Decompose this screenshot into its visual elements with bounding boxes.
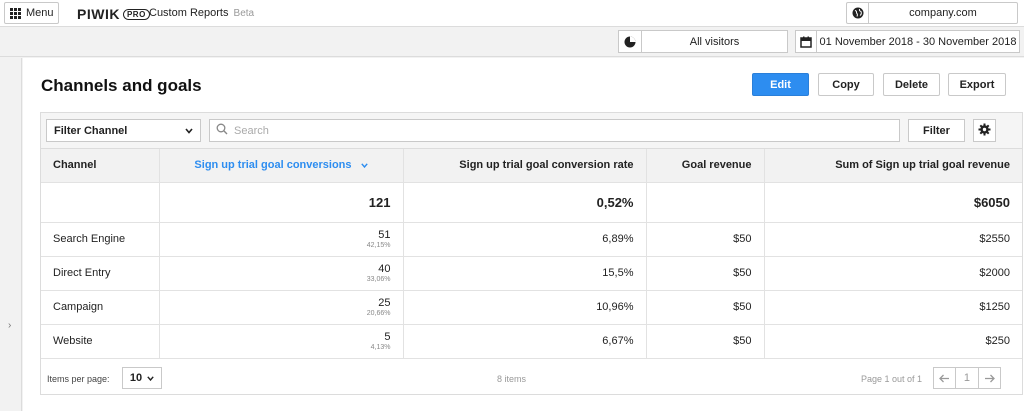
conversions-share: 42,15%: [366, 242, 391, 249]
chevron-down-icon: [147, 372, 154, 384]
conversions-value: 40: [378, 263, 391, 275]
sum-revenue-cell: $250: [764, 324, 1022, 359]
date-range-selector[interactable]: 01 November 2018 - 30 November 2018: [795, 30, 1020, 53]
conversions-cell: 5 4,13%: [159, 324, 404, 359]
column-header-conversions[interactable]: Sign up trial goal conversions: [159, 149, 404, 183]
column-header-channel[interactable]: Channel: [41, 149, 160, 183]
goal-revenue-cell: $50: [646, 256, 765, 291]
website-selector[interactable]: company.com: [846, 2, 1018, 24]
menu-button[interactable]: Menu: [4, 2, 59, 24]
search-icon: [216, 123, 228, 138]
segment-selector[interactable]: All visitors: [618, 30, 788, 53]
conversions-cell: 40 33,06%: [159, 256, 404, 291]
page-info: Page 1 out of 1: [861, 374, 923, 384]
channel-cell: Website: [41, 324, 160, 359]
items-per-page-select[interactable]: 10: [122, 367, 162, 389]
conversions-share: 20,66%: [366, 310, 391, 317]
total-conversions: 121: [159, 182, 404, 223]
filter-channel-label: Filter Channel: [54, 124, 128, 137]
date-range-label: 01 November 2018 - 30 November 2018: [819, 35, 1017, 48]
beta-badge: Beta: [233, 8, 255, 19]
menu-label: Menu: [26, 7, 54, 19]
conversions-value: 51: [378, 229, 391, 241]
edit-button[interactable]: Edit: [752, 73, 809, 96]
sort-desc-icon: [360, 159, 368, 171]
product-label: Custom Reports: [149, 7, 229, 19]
total-sum-revenue: $6050: [764, 182, 1022, 223]
channel-cell: Search Engine: [41, 222, 160, 257]
website-name: company.com: [909, 7, 977, 19]
copy-button[interactable]: Copy: [818, 73, 874, 96]
conversions-cell: 25 20,66%: [159, 290, 404, 325]
items-per-page-label: Items per page:: [47, 374, 110, 384]
conversions-value: 25: [378, 297, 391, 309]
search-input[interactable]: Search: [234, 125, 269, 137]
table-row[interactable]: Search Engine 51 42,15% 6,89% $50 $2550: [41, 222, 1022, 257]
page-title: Channels and goals: [41, 76, 202, 95]
piwik-logo[interactable]: PIWIK PRO: [77, 6, 150, 22]
product-name: Custom Reports Beta: [149, 7, 254, 19]
total-conversion-rate: 0,52%: [403, 182, 647, 223]
goal-revenue-cell: $50: [646, 290, 765, 325]
filter-button[interactable]: Filter: [908, 119, 965, 142]
filter-channel-select[interactable]: Filter Channel: [46, 119, 201, 142]
chevron-down-icon: [185, 125, 193, 137]
conversions-cell: 51 42,15%: [159, 222, 404, 257]
sum-revenue-cell: $1250: [764, 290, 1022, 325]
report-table-panel: Filter Channel Search Filter Channel Sig…: [40, 112, 1023, 395]
logo-text: PIWIK: [77, 6, 120, 22]
column-header-conversion-rate[interactable]: Sign up trial goal conversion rate: [403, 149, 647, 183]
total-goal-revenue: [646, 182, 765, 223]
conversion-rate-cell: 10,96%: [403, 290, 647, 325]
settings-button[interactable]: [973, 119, 996, 142]
search-field[interactable]: Search: [209, 119, 900, 142]
conversions-value: 5: [384, 331, 391, 343]
sidebar-collapsed[interactable]: ›: [0, 58, 22, 411]
table-row[interactable]: Campaign 25 20,66% 10,96% $50 $1250: [41, 290, 1022, 325]
conversions-share: 33,06%: [366, 276, 391, 283]
totals-row: 121 0,52% $6050: [41, 182, 1022, 223]
prev-page-button[interactable]: [934, 368, 955, 388]
conversion-rate-cell: 6,89%: [403, 222, 647, 257]
pie-chart-icon: [619, 31, 642, 52]
column-header-conversions-label: Sign up trial goal conversions: [194, 159, 352, 172]
table-row[interactable]: Direct Entry 40 33,06% 15,5% $50 $2000: [41, 256, 1022, 291]
table-row[interactable]: Website 5 4,13% 6,67% $50 $250: [41, 324, 1022, 359]
calendar-icon: [796, 31, 817, 52]
table-header-row: Channel Sign up trial goal conversions S…: [41, 149, 1022, 183]
next-page-button[interactable]: [977, 368, 1000, 388]
conversion-rate-cell: 6,67%: [403, 324, 647, 359]
main-content: Channels and goals Edit Copy Delete Expo…: [23, 58, 1024, 411]
sum-revenue-cell: $2550: [764, 222, 1022, 257]
column-header-sum-revenue[interactable]: Sum of Sign up trial goal revenue: [764, 149, 1022, 183]
conversions-share: 4,13%: [370, 344, 391, 351]
report-table: Channel Sign up trial goal conversions S…: [41, 149, 1022, 359]
sum-revenue-cell: $2000: [764, 256, 1022, 291]
table-footer: Items per page: 10 8 items Page 1 out of…: [41, 362, 1022, 395]
column-header-goal-revenue[interactable]: Goal revenue: [646, 149, 765, 183]
gear-icon: [978, 123, 991, 139]
goal-revenue-cell: $50: [646, 222, 765, 257]
goal-revenue-cell: $50: [646, 324, 765, 359]
items-per-page-value: 10: [129, 372, 143, 384]
pagination: 1: [933, 367, 1001, 389]
delete-button[interactable]: Delete: [883, 73, 940, 96]
conversion-rate-cell: 15,5%: [403, 256, 647, 291]
total-channel: [41, 182, 160, 223]
chevron-right-icon[interactable]: ›: [8, 320, 11, 331]
logo-badge: PRO: [122, 8, 150, 20]
segment-label: All visitors: [689, 35, 740, 48]
export-button[interactable]: Export: [948, 73, 1006, 96]
filter-bar: All visitors 01 November 2018 - 30 Novem…: [0, 27, 1024, 57]
globe-icon: [847, 3, 869, 23]
arrow-right-icon: [984, 374, 995, 382]
current-page[interactable]: 1: [955, 368, 977, 388]
table-toolbar: Filter Channel Search Filter: [41, 113, 1022, 149]
grid-icon: [10, 7, 21, 19]
items-count: 8 items: [497, 374, 527, 384]
channel-cell: Direct Entry: [41, 256, 160, 291]
arrow-left-icon: [939, 374, 950, 382]
top-bar: Menu PIWIK PRO Custom Reports Beta compa…: [0, 0, 1024, 27]
channel-cell: Campaign: [41, 290, 160, 325]
